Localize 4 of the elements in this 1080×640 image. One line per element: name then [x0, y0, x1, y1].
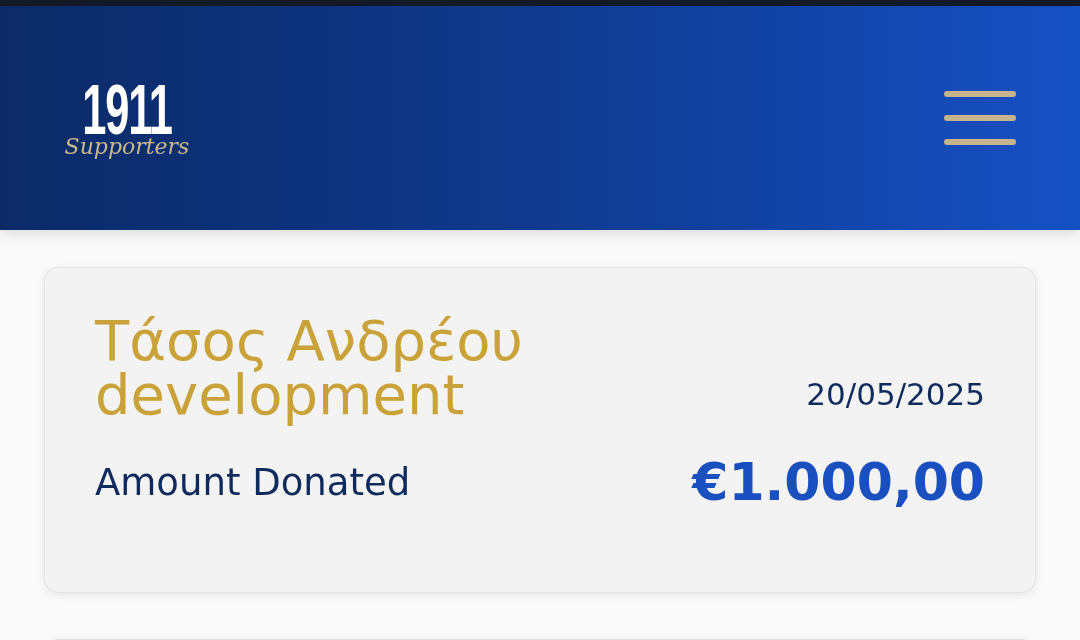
amount-value: €1.000,00 — [692, 452, 985, 512]
menu-icon[interactable] — [944, 91, 1016, 145]
amount-label: Amount Donated — [95, 460, 411, 504]
donation-date: 20/05/2025 — [806, 376, 985, 412]
